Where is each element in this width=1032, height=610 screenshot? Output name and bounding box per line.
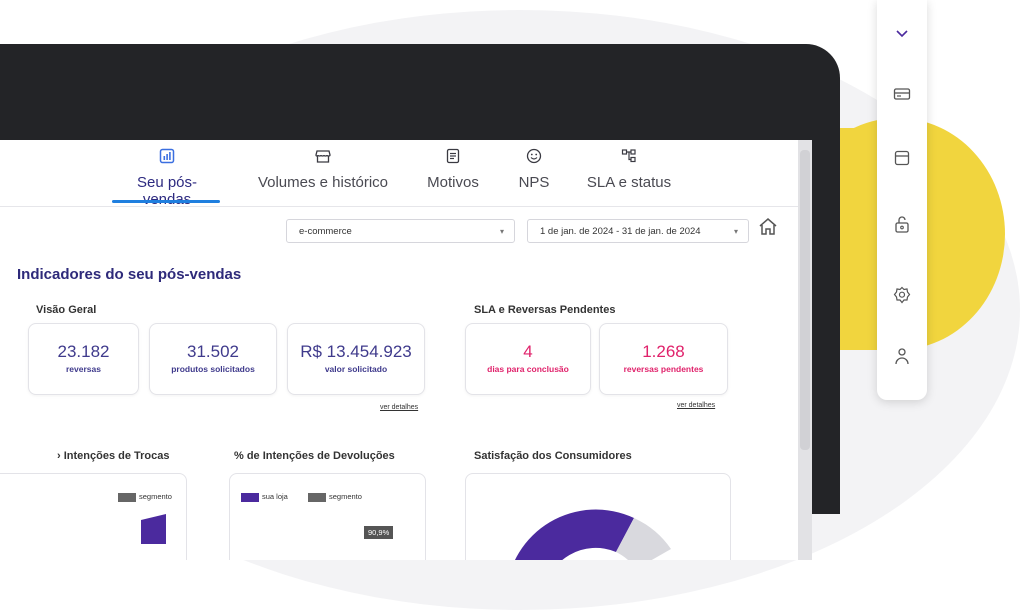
trocas-chart-title: › Intenções de Trocas: [57, 450, 170, 462]
scrollbar-thumb[interactable]: [800, 150, 810, 450]
tab-nps[interactable]: NPS: [516, 148, 552, 191]
legend-segment: segmento: [308, 492, 362, 502]
side-navigation: [877, 0, 927, 400]
chevron-down-icon: ▾: [499, 227, 504, 236]
tab-volumes-historico[interactable]: Volumes e histórico: [255, 148, 391, 191]
tab-motivos[interactable]: Motivos: [424, 148, 482, 191]
legend-store: sua loja: [241, 492, 288, 502]
trocas-bar: [141, 514, 166, 544]
tab-sla-status[interactable]: SLA e status: [586, 148, 672, 191]
chevron-down-icon: ▾: [733, 227, 738, 236]
channel-select[interactable]: e-commerce ▾: [286, 219, 515, 243]
date-range-value: 1 de jan. de 2024 - 31 de jan. de 2024: [540, 226, 701, 237]
kpi-card-pendentes: 1.268 reversas pendentes: [599, 323, 728, 395]
kpi-label: reversas pendentes: [623, 364, 704, 374]
document-icon: [424, 148, 482, 168]
kpi-label: valor solicitado: [324, 364, 388, 374]
kpi-value: 4: [523, 342, 533, 361]
kpi-card-reversas: 23.182 reversas: [28, 323, 139, 395]
tab-bar: Seu pós-vendas Volumes e histórico Motiv…: [0, 140, 798, 208]
dashboard-screen: Seu pós-vendas Volumes e histórico Motiv…: [0, 140, 812, 560]
home-icon[interactable]: [757, 216, 779, 238]
kpi-card-produtos: 31.502 produtos solicitados: [149, 323, 277, 395]
overview-title: Visão Geral: [36, 304, 97, 316]
overview-details-link[interactable]: ver detalhes: [380, 404, 418, 411]
box-icon[interactable]: [892, 148, 912, 168]
legend-label: segmento: [139, 492, 172, 501]
legend-label: sua loja: [262, 492, 288, 501]
date-range-select[interactable]: 1 de jan. de 2024 - 31 de jan. de 2024 ▾: [527, 219, 749, 243]
kpi-value: 23.182: [57, 342, 110, 361]
active-tab-indicator: [112, 200, 220, 203]
chevron-down-icon[interactable]: [892, 24, 912, 44]
dashboard-icon: [114, 148, 220, 168]
page-title: Indicadores do seu pós-vendas: [17, 266, 242, 283]
hierarchy-icon: [586, 148, 672, 168]
user-icon[interactable]: [892, 346, 912, 366]
kpi-card-dias: 4 dias para conclusão: [465, 323, 591, 395]
kpi-label: reversas: [66, 364, 101, 374]
kpi-label: produtos solicitados: [171, 364, 255, 374]
devolucoes-chart-card: sua loja segmento 90,9%: [229, 473, 426, 560]
kpi-value: 1.268: [642, 342, 685, 361]
legend-segment: segmento: [118, 492, 172, 502]
kpi-card-valor: R$ 13.454.923 valor solicitado: [287, 323, 425, 395]
kpi-value: 31.502: [187, 342, 239, 361]
satisfacao-chart-card: [465, 473, 731, 560]
legend-swatch: [118, 492, 136, 502]
tab-seu-pos-vendas[interactable]: Seu pós-vendas: [114, 148, 220, 208]
unlock-icon[interactable]: [892, 214, 912, 234]
tab-label: Motivos: [427, 174, 479, 191]
card-icon[interactable]: [892, 84, 912, 104]
tab-label: NPS: [518, 174, 550, 191]
tab-label: SLA e status: [586, 174, 672, 191]
tablet-frame: Seu pós-vendas Volumes e histórico Motiv…: [0, 44, 840, 560]
legend-swatch: [241, 492, 259, 502]
kpi-value: R$ 13.454.923: [300, 342, 412, 361]
sla-title: SLA e Reversas Pendentes: [474, 304, 616, 316]
gear-icon[interactable]: [892, 285, 912, 305]
satisfaction-donut: [515, 509, 671, 560]
devolucoes-chart-title: % de Intenções de Devoluções: [234, 450, 395, 462]
tab-label: Volumes e histórico: [257, 174, 389, 191]
smiley-icon: [516, 148, 552, 168]
sla-details-link[interactable]: ver detalhes: [677, 402, 715, 409]
trocas-chart-card: segmento: [0, 473, 187, 560]
scrollbar[interactable]: [798, 140, 812, 560]
value-badge: 90,9%: [364, 526, 394, 539]
kpi-label: dias para conclusão: [487, 364, 569, 374]
legend-label: segmento: [329, 492, 362, 501]
legend-swatch: [308, 492, 326, 502]
store-icon: [255, 148, 391, 168]
channel-select-value: e-commerce: [299, 226, 352, 237]
satisfacao-chart-title: Satisfação dos Consumidores: [474, 450, 632, 462]
